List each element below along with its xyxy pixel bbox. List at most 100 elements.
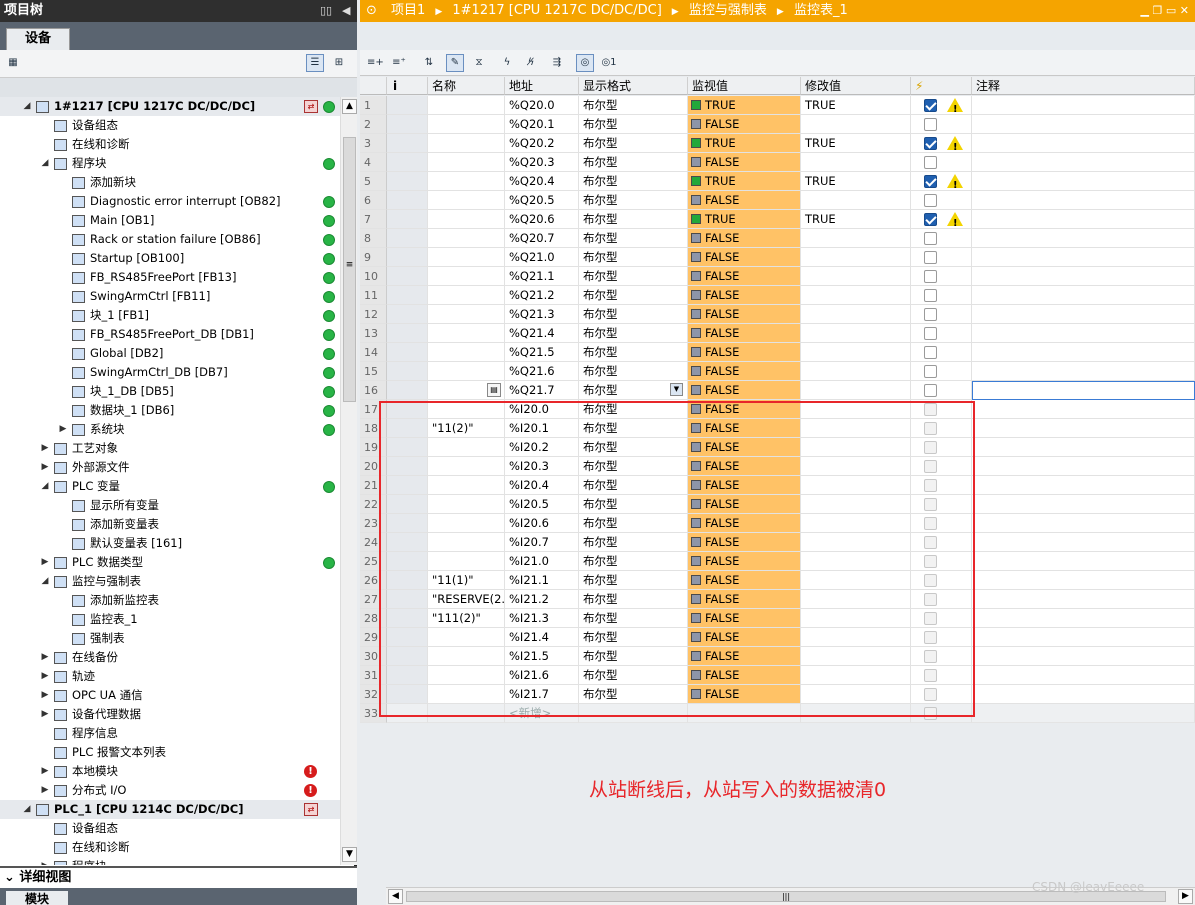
modify-value-cell[interactable] [801,438,911,457]
display-format-cell[interactable]: 布尔型 [579,343,688,362]
address-cell[interactable]: %I21.1 [505,571,579,590]
row-number[interactable]: 31 [360,666,387,685]
name-cell[interactable] [428,514,505,533]
tree-item[interactable]: ◢ PLC 变量 [0,477,340,496]
modify-value-cell[interactable] [801,115,911,134]
address-cell[interactable]: %I20.3 [505,457,579,476]
monitor-once-icon[interactable]: ◎1 [600,54,618,72]
address-cell[interactable]: %Q21.5 [505,343,579,362]
display-format-cell[interactable]: 布尔型 [579,514,688,533]
row-number[interactable]: 13 [360,324,387,343]
tree-item[interactable]: ▶ 本地模块! [0,762,340,781]
display-format-cell[interactable]: 布尔型 [579,286,688,305]
scroll-left-icon[interactable]: ◀ [388,889,403,904]
scroll-up-icon[interactable]: ▲ [342,99,357,114]
header-name[interactable]: 名称 [428,77,505,95]
address-cell[interactable]: %Q21.3 [505,305,579,324]
collapse-panel-icon[interactable]: ◀ [342,0,350,22]
stop-force-icon[interactable]: ϟ̸ [522,54,540,72]
tree-item[interactable]: Startup [OB100] [0,249,340,268]
display-format-cell[interactable]: 布尔型 [579,552,688,571]
tree-item[interactable]: Global [DB2] [0,344,340,363]
address-cell[interactable]: %I21.7 [505,685,579,704]
tree-item[interactable]: 添加新变量表 [0,515,340,534]
modify-now-icon[interactable]: ⇅ [420,54,438,72]
display-format-cell[interactable]: 布尔型 [579,438,688,457]
tree-item[interactable]: ▶ 程序块 [0,857,340,865]
force-icon[interactable]: ϟ [498,54,516,72]
add-device-icon[interactable]: ⊞ [330,54,348,72]
monitor-all-icon[interactable]: ◎ [576,54,594,72]
tree-item[interactable]: ◢ 1#1217 [CPU 1217C DC/DC/DC] ⇄ [0,97,340,116]
row-number[interactable]: 6 [360,191,387,210]
tree-item[interactable]: 添加新监控表 [0,591,340,610]
modify-checkbox[interactable] [924,384,937,397]
tree-item[interactable]: 默认变量表 [161] [0,534,340,553]
modify-value-cell[interactable] [801,324,911,343]
row-number[interactable]: 24 [360,533,387,552]
comment-cell[interactable] [972,210,1195,229]
overview-icon[interactable]: ▦ [4,54,22,72]
comment-cell[interactable] [972,419,1195,438]
modify-checkbox[interactable] [924,213,937,226]
tree-item[interactable]: Rack or station failure [OB86] [0,230,340,249]
display-format-cell[interactable]: 布尔型 [579,115,688,134]
row-number[interactable]: 21 [360,476,387,495]
row-number[interactable]: 4 [360,153,387,172]
comment-cell[interactable] [972,533,1195,552]
display-format-cell[interactable]: 布尔型 [579,419,688,438]
header-modify-value[interactable]: 修改值 [801,77,911,95]
comment-cell[interactable] [972,96,1195,115]
collapse-arrow-icon[interactable]: ◢ [40,154,50,173]
row-number[interactable]: 28 [360,609,387,628]
name-cell[interactable] [428,153,505,172]
modify-value-cell[interactable] [801,400,911,419]
comment-cell[interactable] [972,343,1195,362]
modify-value-cell[interactable] [801,628,911,647]
address-cell[interactable]: %I20.7 [505,533,579,552]
name-cell[interactable] [428,476,505,495]
modify-value-cell[interactable] [801,609,911,628]
modify-value-cell[interactable] [801,381,911,400]
name-cell[interactable] [428,457,505,476]
tree-item[interactable]: ▶ PLC 数据类型 [0,553,340,572]
header-display-format[interactable]: 显示格式 [579,77,688,95]
modify-value-cell[interactable] [801,704,911,723]
modify-checkbox[interactable] [924,99,937,112]
tree-item[interactable]: SwingArmCtrl [FB11] [0,287,340,306]
expand-arrow-icon[interactable]: ▶ [40,648,50,667]
modify-checkbox[interactable] [924,289,937,302]
name-cell[interactable]: "RESERVE(2... [428,590,505,609]
modify-checkbox[interactable] [924,175,937,188]
tree-item[interactable]: 显示所有变量 [0,496,340,515]
collapse-arrow-icon[interactable]: ◢ [22,800,32,819]
row-number[interactable]: 11 [360,286,387,305]
address-cell[interactable]: %Q21.4 [505,324,579,343]
header-monitor-value[interactable]: 监视值 [688,77,801,95]
name-cell[interactable] [428,628,505,647]
display-format-cell[interactable]: 布尔型 [579,305,688,324]
comment-cell[interactable] [972,172,1195,191]
row-number[interactable]: 15 [360,362,387,381]
tree-item[interactable]: ◢ 监控与强制表 [0,572,340,591]
tree-item[interactable]: 块_1 [FB1] [0,306,340,325]
display-format-cell[interactable]: 布尔型 [579,628,688,647]
restore-icon[interactable]: ❐ [1153,4,1163,17]
row-number[interactable]: 3 [360,134,387,153]
breadcrumb-item[interactable]: 监控与强制表 [689,3,767,18]
modify-checkbox[interactable] [924,118,937,131]
scroll-thumb[interactable]: ≡ [343,137,356,402]
modify-value-cell[interactable] [801,153,911,172]
breadcrumb-item[interactable]: 项目1 [391,3,425,18]
collapse-arrow-icon[interactable]: ◢ [40,477,50,496]
display-format-cell[interactable]: 布尔型 [579,400,688,419]
modify-checkbox[interactable] [924,194,937,207]
row-number[interactable]: 26 [360,571,387,590]
display-format-cell[interactable]: 布尔型 [579,153,688,172]
scroll-down-icon[interactable]: ▼ [342,847,357,862]
address-cell[interactable]: %Q21.6 [505,362,579,381]
modify-value-cell[interactable] [801,248,911,267]
tree-item[interactable]: 数据块_1 [DB6] [0,401,340,420]
comment-cell[interactable] [972,381,1195,400]
expand-arrow-icon[interactable]: ▶ [40,857,50,865]
